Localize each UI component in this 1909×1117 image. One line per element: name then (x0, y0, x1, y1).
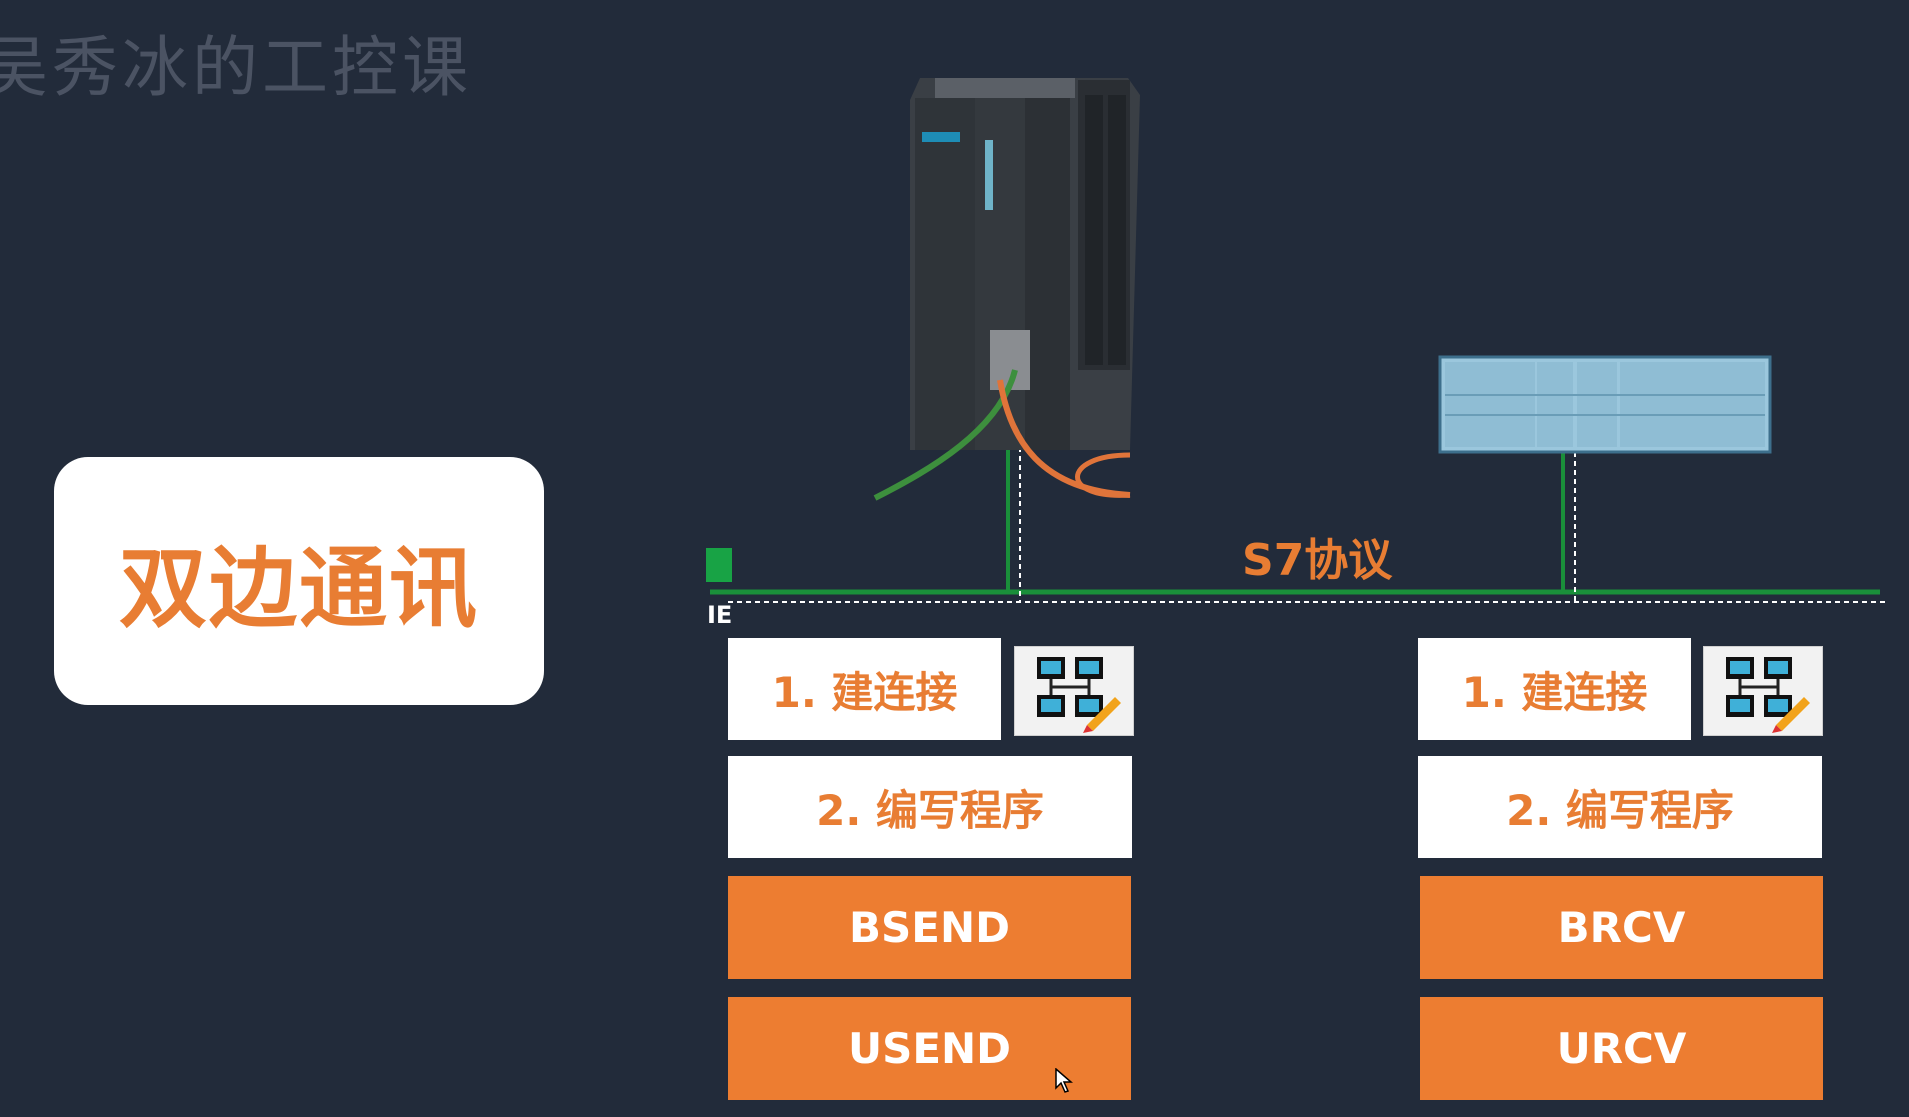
right-step-write-program: 2. 编写程序 (1418, 756, 1822, 858)
protocol-label: S7协议 (1242, 535, 1393, 586)
s7-1500-plc-image (1438, 355, 1772, 454)
left-step-write-program: 2. 编写程序 (728, 756, 1132, 858)
right-network-config-icon[interactable] (1703, 646, 1823, 736)
brcv-block[interactable]: BRCV (1420, 876, 1823, 979)
bus-terminator (706, 548, 732, 582)
ie-label: IE (707, 601, 733, 629)
mouse-cursor-icon (1055, 1068, 1073, 1093)
s7-400-plc-image (873, 78, 1140, 501)
left-network-config-icon[interactable] (1014, 646, 1134, 736)
left-step-create-connection: 1. 建连接 (728, 638, 1001, 740)
right-step-create-connection: 1. 建连接 (1418, 638, 1691, 740)
bsend-block[interactable]: BSEND (728, 876, 1131, 979)
urcv-block[interactable]: URCV (1420, 997, 1823, 1100)
